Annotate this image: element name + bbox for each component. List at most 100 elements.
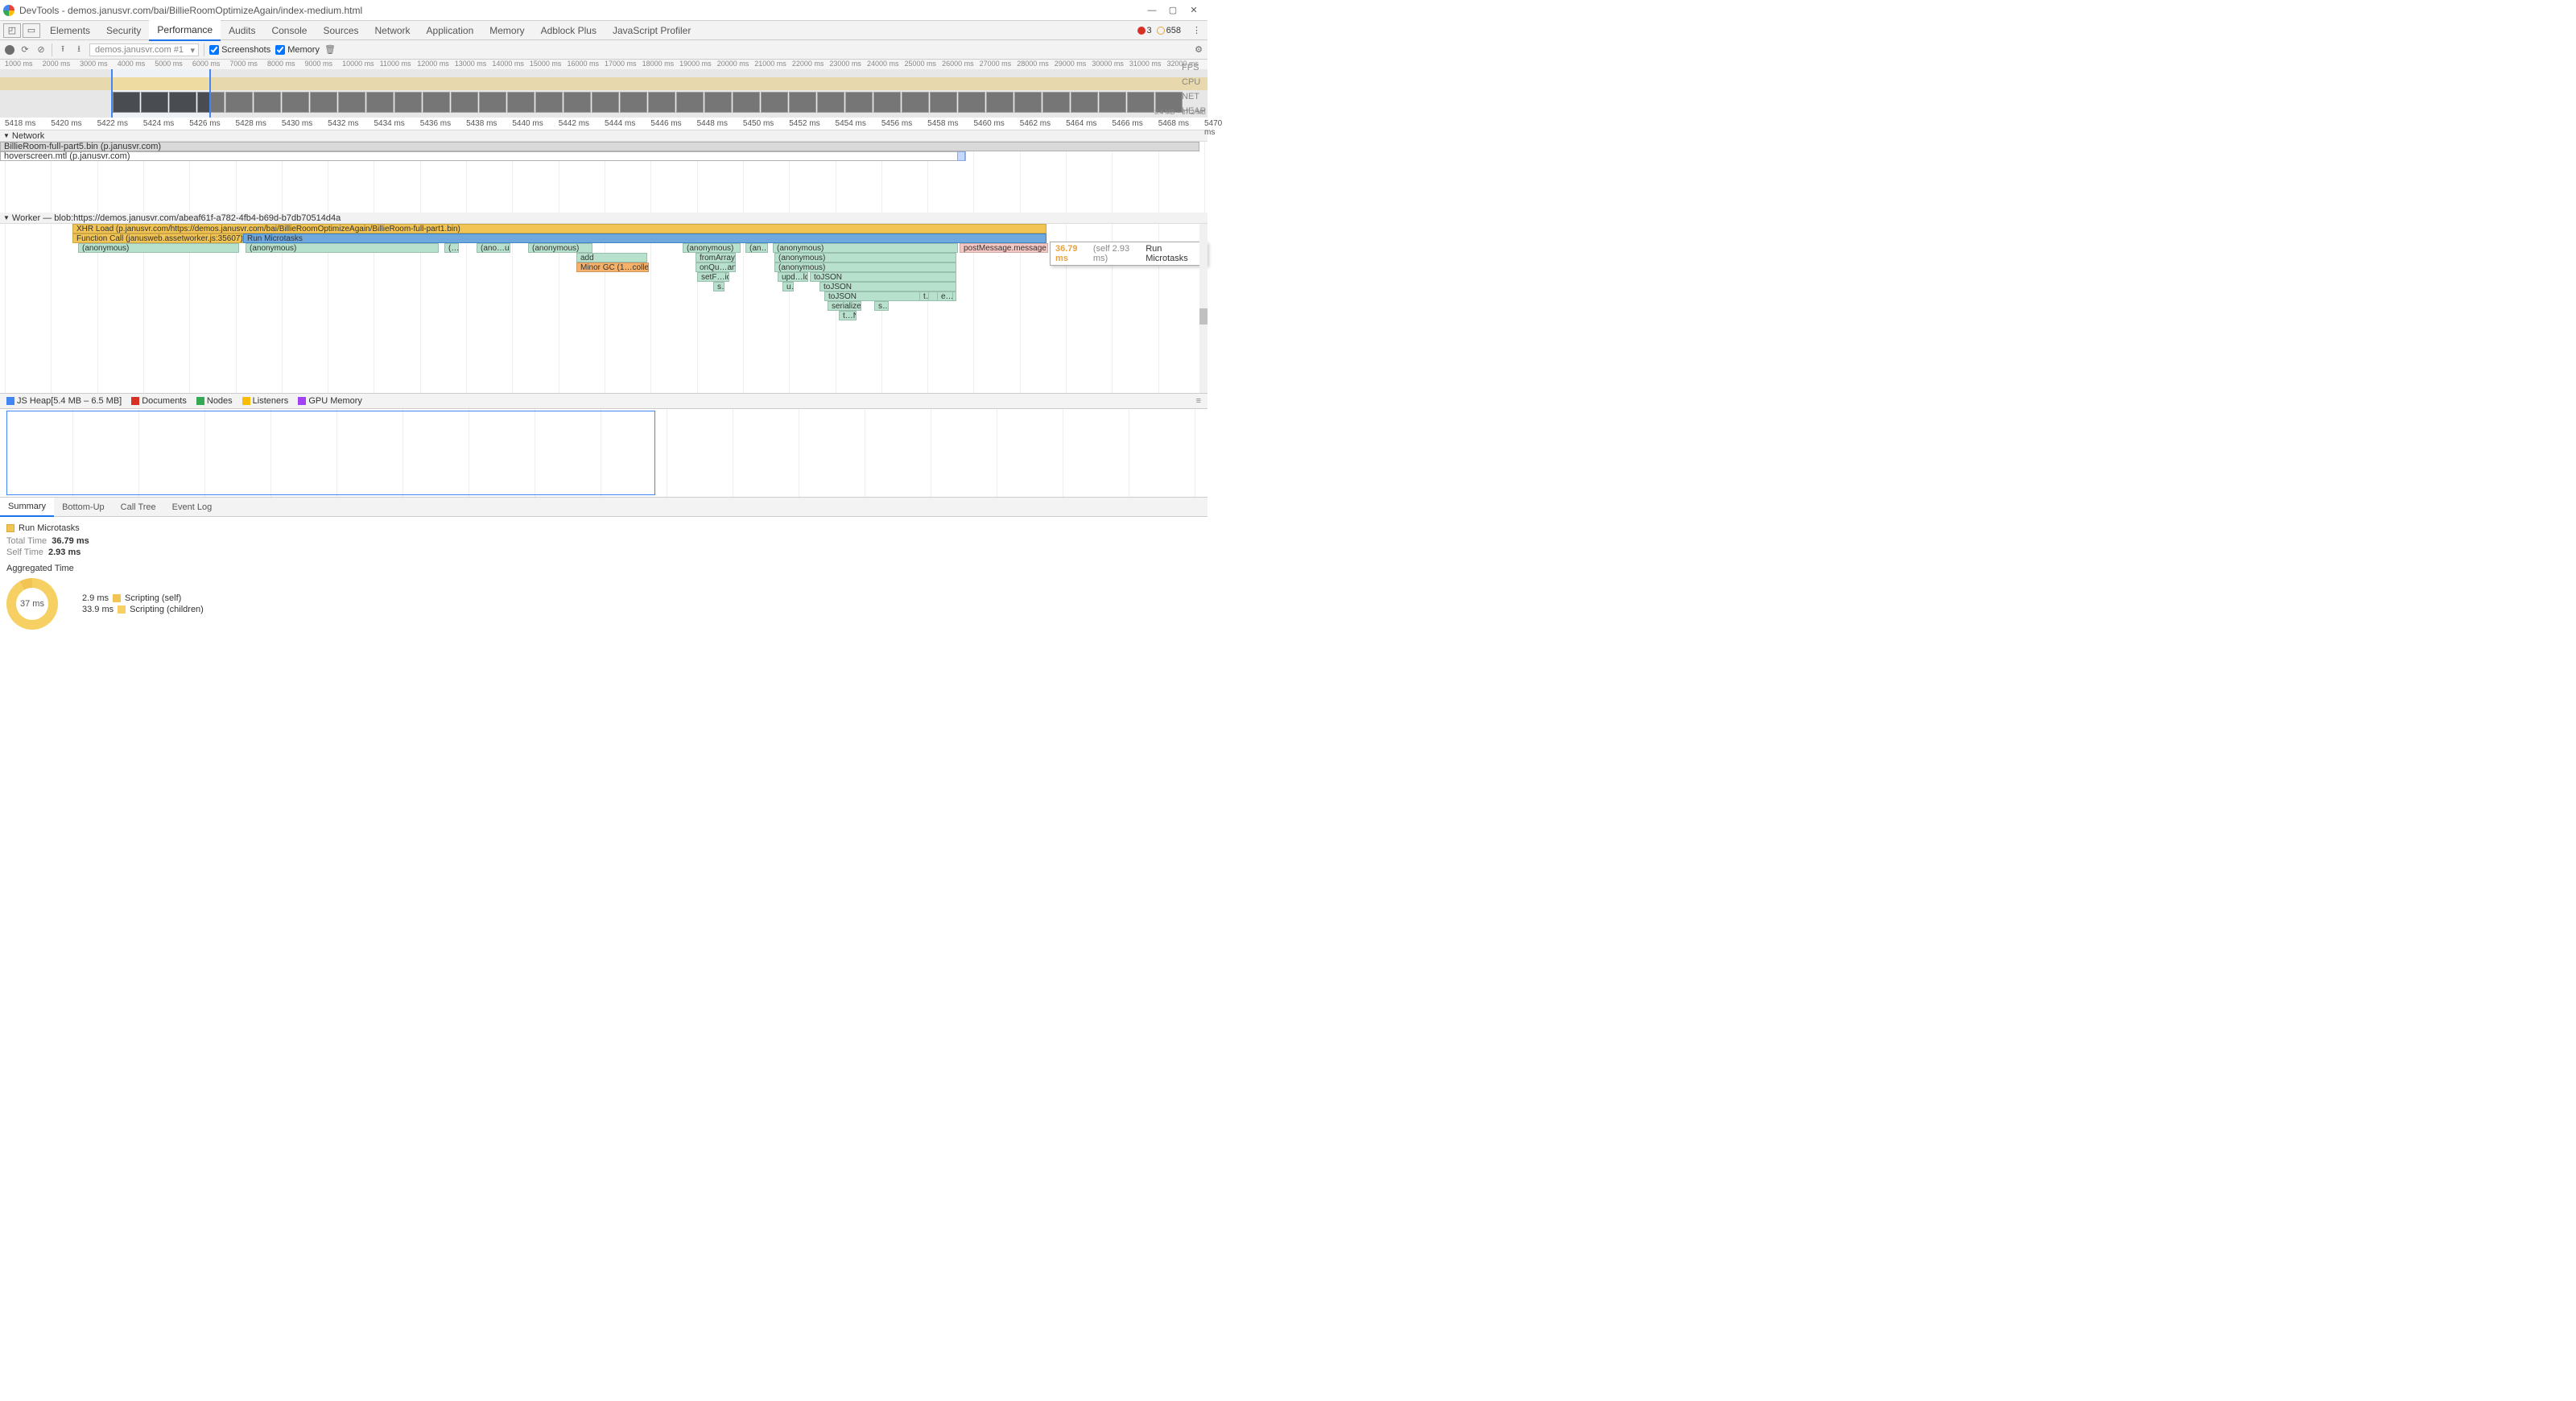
flame-bar[interactable]: (anonymous): [774, 253, 956, 262]
network-request-bar[interactable]: BillieRoom-full-part5.bin (p.janusvr.com…: [0, 142, 1199, 151]
tab-sources[interactable]: Sources: [315, 21, 366, 40]
flame-bar[interactable]: s…e: [874, 301, 889, 311]
overview-tick: 28000 ms: [1017, 60, 1049, 68]
details-tab-call-tree[interactable]: Call Tree: [113, 498, 164, 516]
more-options-button[interactable]: ⋮: [1186, 25, 1208, 35]
flame-bar[interactable]: t…: [919, 291, 929, 301]
screenshots-input[interactable]: [209, 45, 219, 55]
tab-memory[interactable]: Memory: [481, 21, 532, 40]
garbage-collect-button[interactable]: 🗑: [324, 44, 336, 56]
warning-count[interactable]: 658: [1157, 26, 1181, 35]
tab-javascript-profiler[interactable]: JavaScript Profiler: [605, 21, 699, 40]
flame-bar[interactable]: XHR Load (p.janusvr.com/https://demos.ja…: [72, 224, 1046, 234]
flame-bar[interactable]: fromArray: [696, 253, 736, 262]
flame-tooltip: 36.79 ms (self 2.93 ms) Run Microtasks: [1050, 242, 1208, 266]
worker-section-header[interactable]: ▼ Worker — blob:https://demos.janusvr.co…: [0, 213, 1208, 224]
flame-bar[interactable]: setF…ion: [697, 272, 729, 282]
listeners-toggle[interactable]: Listeners: [242, 396, 289, 406]
flame-bar[interactable]: toJSON: [810, 272, 956, 282]
ruler-tick: 5420 ms: [51, 119, 81, 128]
flame-bar[interactable]: Minor GC (1…collected): [576, 262, 649, 272]
tab-application[interactable]: Application: [419, 21, 482, 40]
flame-bar[interactable]: upd…ld: [778, 272, 808, 282]
overview-tick: 15000 ms: [530, 60, 562, 68]
memory-input[interactable]: [275, 45, 285, 55]
overview-tick: 4000 ms: [118, 60, 146, 68]
flame-bar[interactable]: e…e: [937, 291, 953, 301]
save-profile-button[interactable]: ⭳: [73, 44, 85, 56]
flame-bar[interactable]: (anonymous): [246, 243, 439, 253]
recording-select[interactable]: demos.janusvr.com #1: [89, 43, 199, 56]
main-ruler[interactable]: 5418 ms5420 ms5422 ms5424 ms5426 ms5428 …: [0, 118, 1208, 130]
flame-bar[interactable]: Function Call (janusweb.assetworker.js:3…: [72, 234, 243, 243]
maximize-button[interactable]: ▢: [1162, 2, 1183, 19]
flame-bar[interactable]: (anonymous): [683, 243, 741, 253]
overview-tick: 24000 ms: [867, 60, 899, 68]
overview-selection[interactable]: [111, 69, 211, 118]
flame-bar[interactable]: (anonymous): [774, 262, 956, 272]
flame-bar[interactable]: Run Microtasks: [243, 234, 1046, 243]
close-window-button[interactable]: ✕: [1183, 2, 1204, 19]
documents-toggle[interactable]: Documents: [131, 396, 187, 406]
flame-bar[interactable]: (an…s): [745, 243, 768, 253]
tab-console[interactable]: Console: [263, 21, 315, 40]
memory-checkbox[interactable]: Memory: [275, 45, 320, 55]
flame-bar[interactable]: onQu…ange: [696, 262, 736, 272]
panel-tabs: ◰ ▭ ElementsSecurityPerformanceAuditsCon…: [0, 21, 1208, 40]
network-section-header[interactable]: ▼ Network: [0, 130, 1208, 142]
flame-bar[interactable]: toJSON: [819, 282, 956, 291]
gridline: [650, 224, 651, 393]
gpu-memory-toggle[interactable]: GPU Memory: [298, 396, 362, 406]
overview-shade-left: [0, 69, 111, 118]
flame-bar[interactable]: (anonymous): [528, 243, 592, 253]
aggregated-legend: 2.9 msScripting (self) 33.9 msScripting …: [82, 592, 204, 616]
overview-tick: 21000 ms: [754, 60, 786, 68]
tab-security[interactable]: Security: [98, 21, 149, 40]
settings-gear-icon[interactable]: ⚙: [1195, 44, 1203, 55]
flame-bar[interactable]: (anonymous): [78, 243, 239, 253]
ruler-tick: 5434 ms: [374, 119, 404, 128]
flame-bar[interactable]: (ano…us): [477, 243, 510, 253]
screenshots-checkbox[interactable]: Screenshots: [209, 45, 270, 55]
clear-button[interactable]: ⊘: [35, 44, 47, 56]
flame-bar[interactable]: (anonymous): [773, 243, 958, 253]
tab-performance[interactable]: Performance: [149, 20, 221, 41]
details-tab-bottom-up[interactable]: Bottom-Up: [54, 498, 113, 516]
flame-bar[interactable]: u…: [782, 282, 794, 291]
flame-bar[interactable]: (…): [444, 243, 459, 253]
load-profile-button[interactable]: ⭱: [57, 44, 68, 56]
network-request-bar[interactable]: hoverscreen.mtl (p.janusvr.com): [0, 151, 966, 161]
inspect-element-button[interactable]: ◰: [3, 23, 21, 38]
scrollbar-thumb[interactable]: [1199, 308, 1208, 324]
flame-bar[interactable]: postMessage.message: [960, 243, 1048, 253]
flame-bar[interactable]: s…: [713, 282, 724, 291]
ruler-tick: 5422 ms: [97, 119, 128, 128]
worker-scrollbar[interactable]: [1199, 224, 1208, 393]
tab-audits[interactable]: Audits: [221, 21, 263, 40]
flame-bar[interactable]: t…N: [839, 311, 857, 320]
timeline-overview[interactable]: 1000 ms2000 ms3000 ms4000 ms5000 ms6000 …: [0, 60, 1208, 118]
network-body[interactable]: BillieRoom-full-part5.bin (p.janusvr.com…: [0, 142, 1208, 213]
details-tab-event-log[interactable]: Event Log: [164, 498, 221, 516]
tab-elements[interactable]: Elements: [42, 21, 98, 40]
js-heap-toggle[interactable]: JS Heap[5.4 MB – 6.5 MB]: [6, 396, 122, 406]
memory-menu-icon[interactable]: ≡: [1196, 396, 1201, 406]
flame-bar[interactable]: add: [576, 253, 647, 262]
overview-fps-label: FPS: [1182, 63, 1206, 72]
nodes-toggle[interactable]: Nodes: [196, 396, 233, 406]
error-icon: [1137, 27, 1146, 35]
flame-bar[interactable]: serialize: [828, 301, 861, 311]
memory-chart[interactable]: [0, 409, 1208, 498]
minimize-button[interactable]: ―: [1141, 2, 1162, 19]
warning-count-value: 658: [1166, 26, 1181, 35]
device-toolbar-button[interactable]: ▭: [23, 23, 40, 38]
aggregated-donut-chart: 37 ms: [6, 578, 58, 630]
memory-selection-box[interactable]: [6, 411, 655, 495]
details-tab-summary[interactable]: Summary: [0, 498, 54, 517]
tab-network[interactable]: Network: [367, 21, 419, 40]
record-button[interactable]: [5, 45, 14, 55]
reload-button[interactable]: ⟳: [19, 44, 31, 56]
worker-flame-chart[interactable]: 36.79 ms (self 2.93 ms) Run Microtasks X…: [0, 224, 1208, 393]
tab-adblock-plus[interactable]: Adblock Plus: [533, 21, 605, 40]
error-count[interactable]: 3: [1137, 26, 1152, 35]
